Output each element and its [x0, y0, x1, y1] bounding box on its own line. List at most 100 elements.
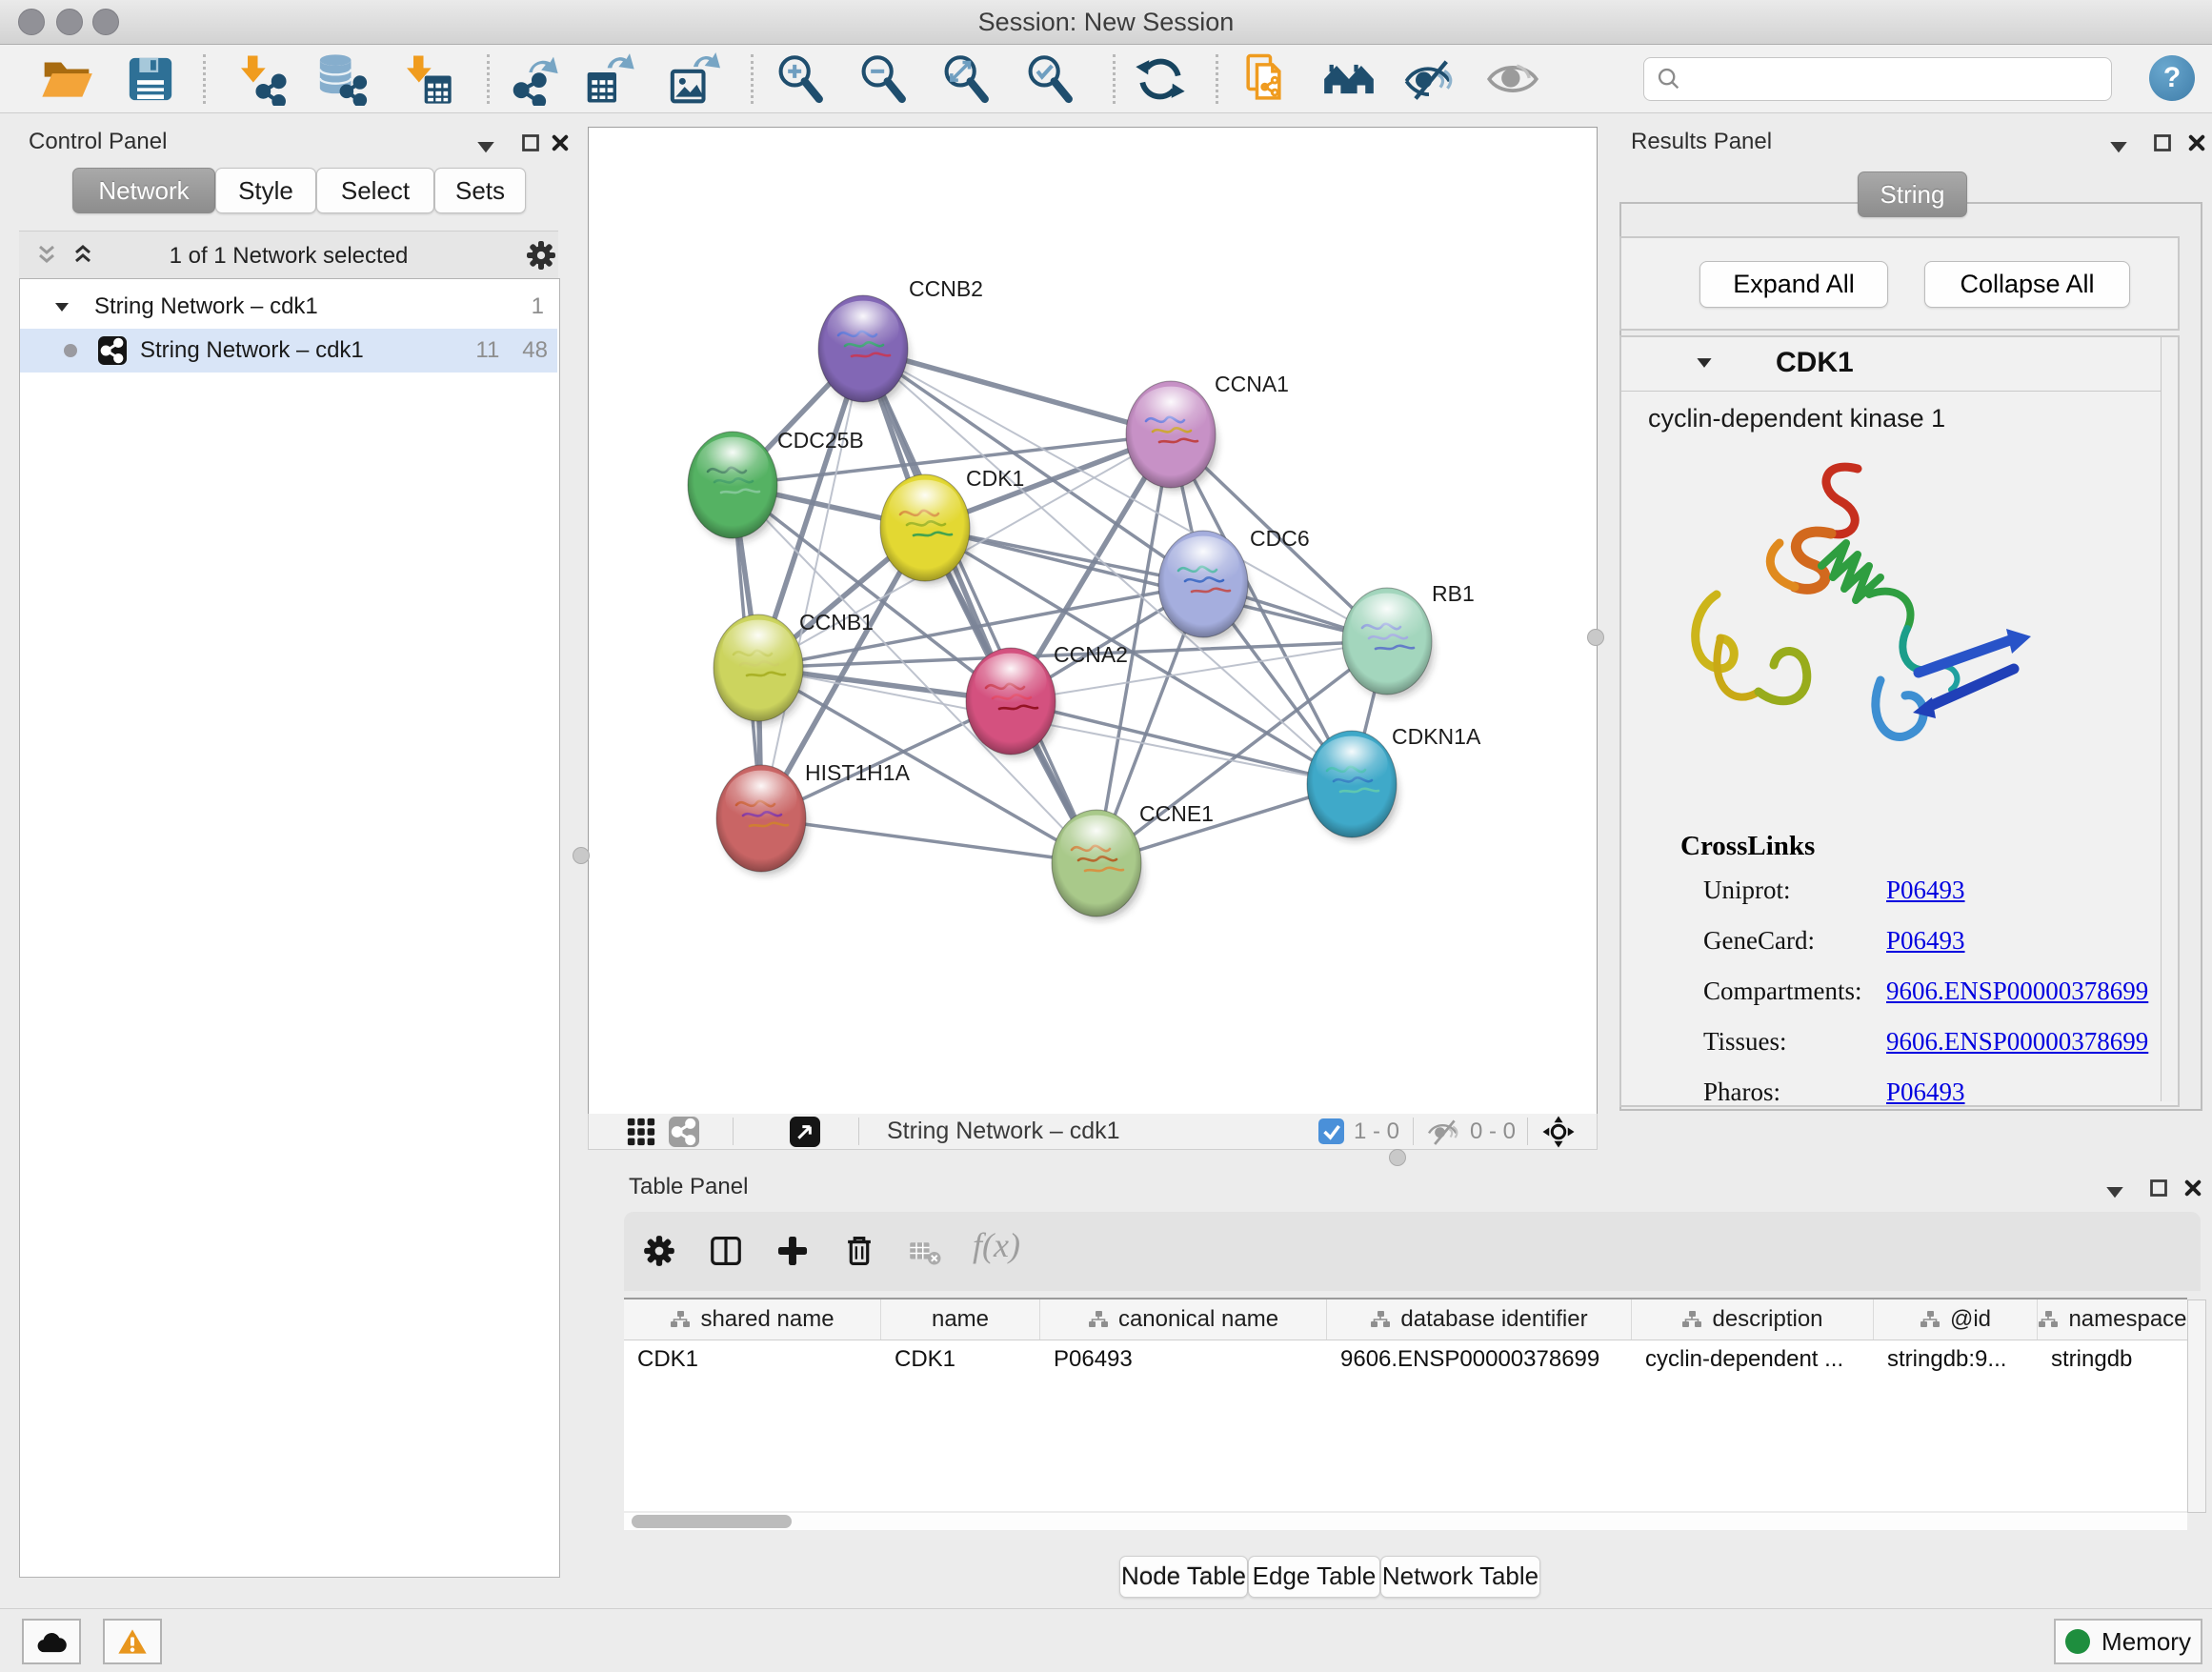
toolbar-separator	[1216, 54, 1218, 104]
scrollbar-thumb[interactable]	[632, 1515, 792, 1528]
crosslink-value[interactable]: P06493	[1886, 926, 1965, 977]
tree-expander-icon[interactable]	[54, 301, 70, 312]
splitter-handle[interactable]	[1587, 629, 1604, 646]
tab-node-table[interactable]: Node Table	[1119, 1556, 1248, 1598]
network-node-CCNA1[interactable]	[1126, 381, 1217, 491]
network-node-CCNB2[interactable]	[818, 295, 910, 405]
expand-all-button[interactable]: Expand All	[1699, 261, 1888, 308]
network-row-selected[interactable]: String Network – cdk1 11 48	[20, 329, 557, 373]
delete-column-icon[interactable]	[841, 1233, 877, 1269]
toolbar-separator	[733, 1118, 734, 1145]
crosslink-value[interactable]: P06493	[1886, 1078, 1965, 1128]
column-header[interactable]: shared name	[624, 1299, 881, 1340]
zoom-out-button[interactable]	[856, 52, 910, 106]
network-node-CCNB1[interactable]	[714, 614, 805, 724]
split-columns-icon[interactable]	[708, 1233, 744, 1269]
search-input[interactable]	[1690, 61, 2111, 97]
zoom-fit-button[interactable]	[939, 52, 993, 106]
string-network-graph[interactable]: CCNB2CCNA1CDC25BCDK1CDC6RB1CCNB1CCNA2CDK…	[589, 128, 1597, 1114]
results-scrollbar[interactable]	[2161, 337, 2178, 1101]
float-panel-icon[interactable]	[2153, 133, 2172, 152]
table-vertical-scrollbar[interactable]	[2187, 1299, 2206, 1513]
cell-database-identifier[interactable]: 9606.ENSP00000378699	[1327, 1340, 1632, 1380]
open-in-window-icon[interactable]	[790, 1117, 820, 1147]
gene-header-row[interactable]: CDK1	[1621, 337, 2178, 392]
cell-shared-name[interactable]: CDK1	[624, 1340, 881, 1380]
open-session-button[interactable]	[40, 52, 93, 106]
table-row[interactable]: CDK1 CDK1 P06493 9606.ENSP00000378699 cy…	[624, 1340, 2187, 1380]
gear-icon[interactable]	[524, 238, 558, 272]
crosslink-value[interactable]: 9606.ENSP00000378699	[1886, 977, 2148, 1027]
tab-select[interactable]: Select	[316, 168, 434, 213]
float-panel-icon[interactable]	[2149, 1178, 2168, 1198]
export-table-button[interactable]	[583, 52, 636, 106]
import-network-button[interactable]	[234, 52, 288, 106]
column-header[interactable]: name	[881, 1299, 1040, 1340]
warning-status-button[interactable]	[103, 1619, 162, 1664]
network-snapshot-button[interactable]	[1240, 52, 1294, 106]
column-header[interactable]: canonical name	[1040, 1299, 1327, 1340]
zoom-in-button[interactable]	[774, 52, 827, 106]
tab-string[interactable]: String	[1858, 171, 1967, 217]
import-table-button[interactable]	[400, 52, 453, 106]
crosslink-label: Compartments:	[1703, 977, 1886, 1027]
network-collection-row[interactable]: String Network – cdk1 1	[20, 285, 557, 329]
zoom-selected-button[interactable]	[1023, 52, 1076, 106]
collapse-panel-icon[interactable]	[2109, 137, 2128, 156]
column-header[interactable]: database identifier	[1327, 1299, 1632, 1340]
column-header[interactable]: namespace	[2038, 1299, 2187, 1340]
close-panel-icon[interactable]	[2187, 133, 2206, 152]
tab-edge-table[interactable]: Edge Table	[1248, 1556, 1380, 1598]
network-node-CDKN1A[interactable]	[1307, 731, 1398, 840]
crosslink-value[interactable]: P06493	[1886, 876, 1965, 926]
close-panel-icon[interactable]	[551, 133, 570, 152]
share-view-icon[interactable]	[669, 1117, 699, 1147]
help-button[interactable]: ?	[2149, 55, 2195, 101]
cell-description[interactable]: cyclin-dependent ...	[1632, 1340, 1874, 1380]
cell-namespace[interactable]: stringdb	[2038, 1340, 2187, 1380]
splitter-handle[interactable]	[573, 847, 590, 864]
network-node-CDC25B[interactable]	[688, 432, 779, 541]
add-column-icon[interactable]	[774, 1233, 811, 1269]
first-neighbors-button[interactable]	[1322, 52, 1376, 106]
float-panel-icon[interactable]	[521, 133, 540, 152]
column-header[interactable]: @id	[1874, 1299, 2038, 1340]
column-header[interactable]: description	[1632, 1299, 1874, 1340]
tab-sets[interactable]: Sets	[434, 168, 526, 213]
collapse-panel-icon[interactable]	[476, 137, 495, 156]
tab-style[interactable]: Style	[215, 168, 316, 213]
network-node-RB1[interactable]	[1342, 588, 1434, 697]
birds-eye-toggle-icon[interactable]	[1541, 1115, 1576, 1149]
cloud-status-button[interactable]	[22, 1619, 81, 1664]
apply-layout-button[interactable]	[1134, 52, 1187, 106]
memory-button[interactable]: Memory	[2054, 1619, 2202, 1664]
collapse-panel-icon[interactable]	[2105, 1182, 2124, 1201]
show-all-button[interactable]	[1486, 52, 1539, 106]
splitter-handle[interactable]	[1389, 1149, 1406, 1166]
cell-canonical-name[interactable]: P06493	[1040, 1340, 1327, 1380]
import-network-from-database-button[interactable]	[314, 52, 368, 106]
collapse-all-button[interactable]: Collapse All	[1924, 261, 2130, 308]
gene-section: CDK1 cyclin-dependent kinase 1	[1619, 335, 2180, 1107]
gene-expander-icon[interactable]	[1696, 356, 1713, 369]
grid-view-icon[interactable]	[626, 1117, 656, 1147]
network-node-HIST1H1A[interactable]	[716, 765, 808, 875]
node-table: shared name name canonical name database…	[624, 1298, 2187, 1511]
export-image-button[interactable]	[667, 52, 720, 106]
selected-checkbox-icon[interactable]	[1318, 1118, 1344, 1144]
network-canvas[interactable]: CCNB2CCNA1CDC25BCDK1CDC6RB1CCNB1CCNA2CDK…	[588, 127, 1598, 1115]
export-network-button[interactable]	[507, 52, 560, 106]
gear-icon[interactable]	[641, 1233, 677, 1269]
cell-id[interactable]: stringdb:9...	[1874, 1340, 2038, 1380]
tab-network-table[interactable]: Network Table	[1380, 1556, 1540, 1598]
hide-selected-button[interactable]	[1402, 52, 1456, 106]
cell-name[interactable]: CDK1	[881, 1340, 1040, 1380]
table-horizontal-scrollbar[interactable]	[624, 1513, 2187, 1530]
protein-structure-image	[1679, 452, 2041, 804]
crosslink-value[interactable]: 9606.ENSP00000378699	[1886, 1027, 2148, 1078]
tab-network[interactable]: Network	[72, 168, 215, 213]
network-node-CCNE1[interactable]	[1052, 810, 1143, 919]
network-node-CDK1[interactable]	[880, 474, 972, 584]
save-session-button[interactable]	[124, 52, 177, 106]
close-panel-icon[interactable]	[2183, 1178, 2202, 1198]
